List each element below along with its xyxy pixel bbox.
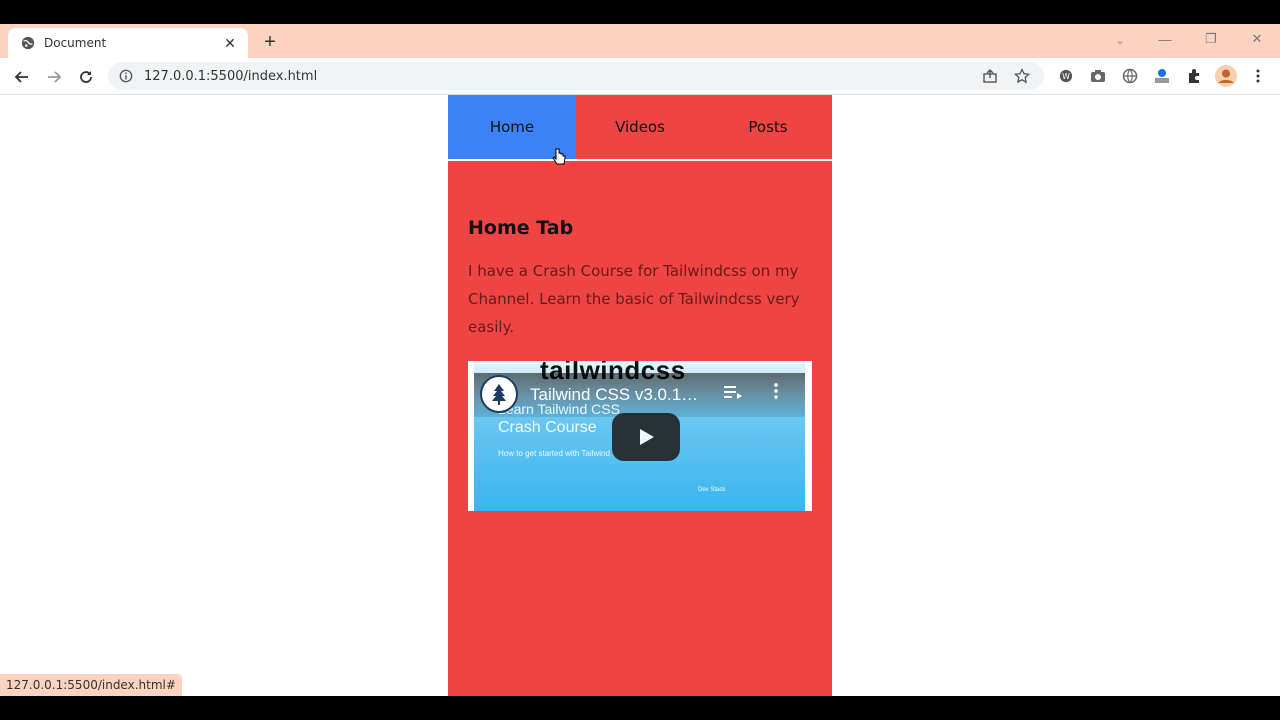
status-bar-url: 127.0.0.1:5500/index.html#	[0, 674, 182, 696]
tab-panel: Home Tab I have a Crash Course for Tailw…	[448, 161, 832, 511]
address-bar[interactable]: 127.0.0.1:5500/index.html	[108, 62, 1044, 90]
hand-cursor-icon	[552, 148, 566, 165]
playlist-icon[interactable]	[724, 385, 742, 404]
video-thumbnail: tailwindcss Learn Tailwind CSS Crash Cou…	[474, 361, 805, 511]
reload-icon[interactable]	[72, 63, 100, 91]
avatar[interactable]	[1214, 64, 1238, 88]
browser-window: Document ✕ + ⌄ — ❐ ✕ 127.0.0.1:5500/inde…	[0, 24, 1280, 696]
camera-extension-icon[interactable]	[1086, 64, 1110, 88]
channel-avatar[interactable]	[480, 375, 518, 413]
tab-posts[interactable]: Posts	[704, 95, 832, 159]
back-icon[interactable]	[8, 63, 36, 91]
window-controls: — ❐ ✕	[1142, 24, 1280, 58]
page-viewport: Home Videos Posts Home Tab I have a Cras…	[0, 95, 1280, 696]
close-icon[interactable]: ✕	[220, 33, 240, 53]
minimize-button[interactable]: —	[1142, 24, 1188, 54]
browser-toolbar: 127.0.0.1:5500/index.html W	[0, 58, 1280, 95]
tab-title: Document	[44, 36, 107, 50]
more-menu-icon[interactable]	[1246, 64, 1270, 88]
youtube-embed[interactable]: tailwindcss Learn Tailwind CSS Crash Cou…	[468, 361, 812, 511]
wordpress-extension-icon[interactable]: W	[1054, 64, 1078, 88]
forward-icon[interactable]	[40, 63, 68, 91]
video-title[interactable]: Tailwind CSS v3.0.1…	[530, 385, 698, 405]
tab-nav: Home Videos Posts	[448, 95, 832, 161]
new-tab-button[interactable]: +	[258, 30, 282, 54]
video-credit: Dev Stack	[698, 487, 726, 493]
play-icon	[640, 429, 654, 445]
tree-icon	[492, 384, 506, 405]
puzzle-extensions-icon[interactable]	[1182, 64, 1206, 88]
globe-icon	[20, 35, 36, 51]
info-icon[interactable]	[118, 68, 134, 84]
tab-search-icon[interactable]: ⌄	[1110, 30, 1130, 50]
close-window-button[interactable]: ✕	[1234, 24, 1280, 54]
play-button[interactable]	[612, 413, 680, 461]
browser-tab[interactable]: Document ✕	[8, 28, 248, 58]
user-extension-icon[interactable]	[1150, 64, 1174, 88]
video-more-icon[interactable]	[774, 383, 778, 404]
restore-button[interactable]: ❐	[1188, 24, 1234, 54]
bookmark-star-icon[interactable]	[1010, 64, 1034, 88]
video-caption: How to get started with Tailwind	[498, 449, 610, 458]
share-icon[interactable]	[978, 64, 1002, 88]
video-subtitle-course: Crash Course	[498, 419, 597, 436]
panel-heading: Home Tab	[468, 217, 574, 239]
url-text[interactable]: 127.0.0.1:5500/index.html	[144, 69, 970, 84]
tab-strip: Document ✕ + ⌄ — ❐ ✕	[0, 24, 1280, 58]
globe-extension-icon[interactable]	[1118, 64, 1142, 88]
tabs-component: Home Videos Posts Home Tab I have a Cras…	[448, 95, 832, 696]
panel-paragraph: I have a Crash Course for Tailwindcss on…	[468, 262, 800, 336]
tab-videos[interactable]: Videos	[576, 95, 704, 159]
svg-text:W: W	[1062, 72, 1070, 81]
